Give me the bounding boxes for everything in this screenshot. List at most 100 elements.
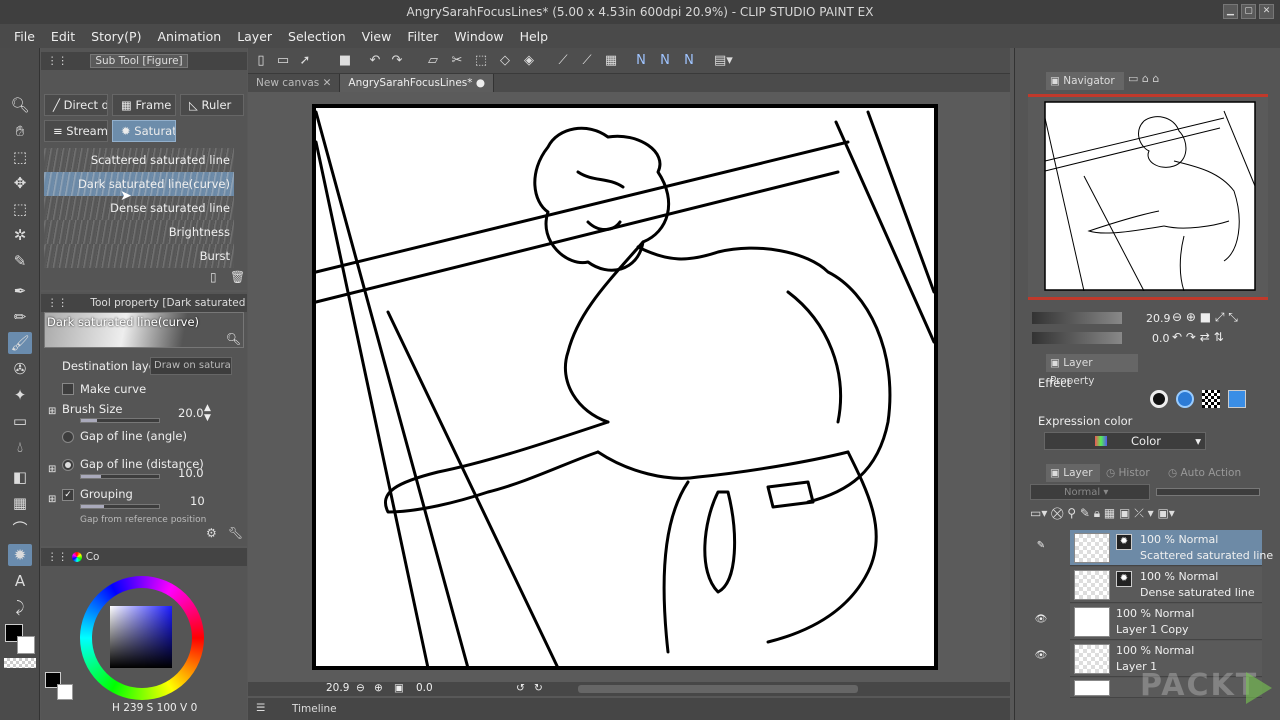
layer-row-dense-saturated-line[interactable]: ✹ 100 % Normal Dense saturated line xyxy=(1070,567,1262,603)
navigator-rotate-icons[interactable]: ↶ ↷ ⇄ ⇅ xyxy=(1172,330,1224,344)
snap-special-icon[interactable]: ⟋ xyxy=(578,52,596,70)
selection-area-icon[interactable]: ⬚ xyxy=(8,198,32,220)
tab-auto-action[interactable]: ◷ Auto Action xyxy=(1164,464,1244,482)
open-folder-icon[interactable]: ▭ xyxy=(274,52,292,70)
status-zoom[interactable]: 20.9 xyxy=(326,682,349,694)
brush-tool-icon[interactable]: 🖌︎ xyxy=(8,332,32,354)
figure-tool-icon[interactable]: ⌒ xyxy=(8,518,32,540)
menu-file[interactable]: File xyxy=(6,29,43,44)
airbrush-tool-icon[interactable]: ✇ xyxy=(8,358,32,380)
menu-layer[interactable]: Layer xyxy=(229,29,280,44)
menu-filter[interactable]: Filter xyxy=(399,29,446,44)
cut-icon[interactable]: ✂ xyxy=(448,52,466,70)
eyedropper-icon[interactable]: ✎ xyxy=(8,250,32,272)
hand-tool-icon[interactable]: ✋︎ xyxy=(8,120,32,142)
move-layer-icon[interactable]: ✥ xyxy=(8,172,32,194)
wrench-icon[interactable]: 🔧︎ xyxy=(228,526,243,540)
menu-window[interactable]: Window xyxy=(446,29,511,44)
horizontal-scrollbar[interactable] xyxy=(578,685,858,693)
settings-icon[interactable]: ⚙ xyxy=(206,526,217,540)
rotate-left-icon[interactable]: ↺ xyxy=(516,682,525,694)
snap-n2-icon[interactable]: N xyxy=(656,52,674,70)
close-tab-icon[interactable]: ✕ xyxy=(323,77,332,89)
fit-icon[interactable]: ▣ xyxy=(394,682,404,694)
layer-opacity-slider[interactable] xyxy=(1156,488,1260,496)
snap-n3-icon[interactable]: N xyxy=(680,52,698,70)
color-effect-icon[interactable] xyxy=(1176,390,1194,408)
preset-burst[interactable]: Burst xyxy=(44,244,234,268)
artwork-canvas[interactable] xyxy=(248,92,1010,682)
navigator-rotation-slider[interactable] xyxy=(1032,332,1122,344)
visibility-eye-icon[interactable]: 👁︎ xyxy=(1034,614,1048,626)
eraser-icon[interactable]: ◇ xyxy=(496,52,514,70)
undo-icon[interactable]: ↶ xyxy=(366,52,384,70)
tone-effect-icon[interactable] xyxy=(1202,390,1220,408)
tab-angry-sarah[interactable]: AngrySarahFocusLines* ● xyxy=(340,74,495,92)
navigator-zoom-slider[interactable] xyxy=(1032,312,1122,324)
transparent-color-swatch[interactable] xyxy=(4,658,36,668)
blend-mode-select[interactable]: Normal ▾ xyxy=(1030,484,1150,500)
gap-distance-slider[interactable] xyxy=(80,474,160,479)
auto-select-icon[interactable]: ✲ xyxy=(8,224,32,246)
preset-dark-saturated-line-curve[interactable]: Dark saturated line(curve) xyxy=(44,172,234,196)
gap-angle-radio[interactable] xyxy=(62,431,74,443)
destination-layer-select[interactable]: Draw on satura ▾ xyxy=(150,357,232,375)
tab-new-canvas[interactable]: New canvas ✕ xyxy=(248,74,341,92)
select-arrow-icon[interactable]: ➚ xyxy=(296,52,314,70)
tab-layer[interactable]: ▣ Layer xyxy=(1046,464,1100,482)
grouping-slider[interactable] xyxy=(80,504,160,509)
status-rotation[interactable]: 0.0 xyxy=(416,682,433,694)
eraser-tool-icon[interactable]: ▭ xyxy=(8,410,32,432)
fill-icon[interactable]: ◈ xyxy=(520,52,538,70)
magnify-icon[interactable]: 🔍︎ xyxy=(226,332,241,346)
preset-brightness[interactable]: Brightness xyxy=(44,220,234,244)
tab-frame-border[interactable]: ▦ Frame b xyxy=(112,94,176,116)
sub-color-chip[interactable] xyxy=(57,684,73,700)
pencil-tool-icon[interactable]: ✏ xyxy=(8,306,32,328)
preset-scattered-saturated-line[interactable]: Scattered saturated line xyxy=(44,148,234,172)
spin-icon[interactable]: ▲ ▼ xyxy=(204,403,211,423)
navigator-preview[interactable] xyxy=(1028,94,1268,300)
timeline-label[interactable]: Timeline xyxy=(292,703,337,715)
redo-icon[interactable]: ↷ xyxy=(388,52,406,70)
navigator-zoom-icons[interactable]: ⊖ ⊕ ■ ⤢ ⤡ xyxy=(1172,310,1238,325)
visibility-eye-icon[interactable]: 👁︎ xyxy=(1034,650,1048,662)
tab-ruler[interactable]: ◺ Ruler xyxy=(180,94,244,116)
grouping-checkbox[interactable]: ✓ xyxy=(62,489,74,501)
menu-story[interactable]: Story(P) xyxy=(83,29,149,44)
tab-saturated-line[interactable]: ✹ Saturate xyxy=(112,120,176,142)
trash-icon[interactable]: 🗑︎ xyxy=(230,270,245,284)
menu-edit[interactable]: Edit xyxy=(43,29,83,44)
expression-color-select[interactable]: Color ▾ xyxy=(1044,432,1206,450)
snap-ruler-icon[interactable]: ⟋ xyxy=(554,52,572,70)
pen-tool-icon[interactable]: ✒ xyxy=(8,280,32,302)
minimize-icon[interactable]: ▁ xyxy=(1223,4,1238,19)
menu-animation[interactable]: Animation xyxy=(149,29,229,44)
layer-toolbar-icons[interactable]: ▭▾ ⛒ ⚲ ✎ 🔒︎ ▦ ▣ ⤫ ▾ ▣▾ xyxy=(1030,506,1175,521)
gap-distance-radio[interactable] xyxy=(62,459,74,471)
saturated-line-tool-icon[interactable]: ✹ xyxy=(8,544,32,566)
gradient-tool-icon[interactable]: ▦ xyxy=(8,492,32,514)
expand-icon[interactable]: ⊞ xyxy=(48,494,56,505)
new-file-icon[interactable]: ▯ xyxy=(252,52,270,70)
clear-icon[interactable]: ▱ xyxy=(424,52,442,70)
layer-color-icon[interactable] xyxy=(1228,390,1246,408)
fill-tool-icon[interactable]: ◧ xyxy=(8,466,32,488)
transform-icon[interactable]: ⬚ xyxy=(472,52,490,70)
zoom-out-icon[interactable]: ⊖ xyxy=(356,682,365,694)
sub-color-swatch[interactable] xyxy=(17,636,35,654)
menu-help[interactable]: Help xyxy=(512,29,557,44)
tab-layer-property[interactable]: ▣ Layer Property xyxy=(1046,354,1138,387)
decoration-tool-icon[interactable]: ✦ xyxy=(8,384,32,406)
make-curve-checkbox[interactable] xyxy=(62,383,74,395)
balloon-tool-icon[interactable]: ⤸ xyxy=(8,596,32,618)
expand-icon[interactable]: ⊞ xyxy=(48,464,56,475)
text-tool-icon[interactable]: A xyxy=(8,570,32,592)
expand-icon[interactable]: ⊞ xyxy=(48,406,56,417)
tab-direct-draw[interactable]: ╱ Direct d xyxy=(44,94,108,116)
new-preset-icon[interactable]: ▯ xyxy=(210,270,217,284)
timeline-menu-icon[interactable]: ☰ xyxy=(256,702,265,714)
maximize-icon[interactable]: ▢ xyxy=(1241,4,1256,19)
saturation-value-square[interactable] xyxy=(110,606,172,668)
layer-row-layer-1-copy[interactable]: 100 % Normal Layer 1 Copy xyxy=(1070,604,1262,640)
